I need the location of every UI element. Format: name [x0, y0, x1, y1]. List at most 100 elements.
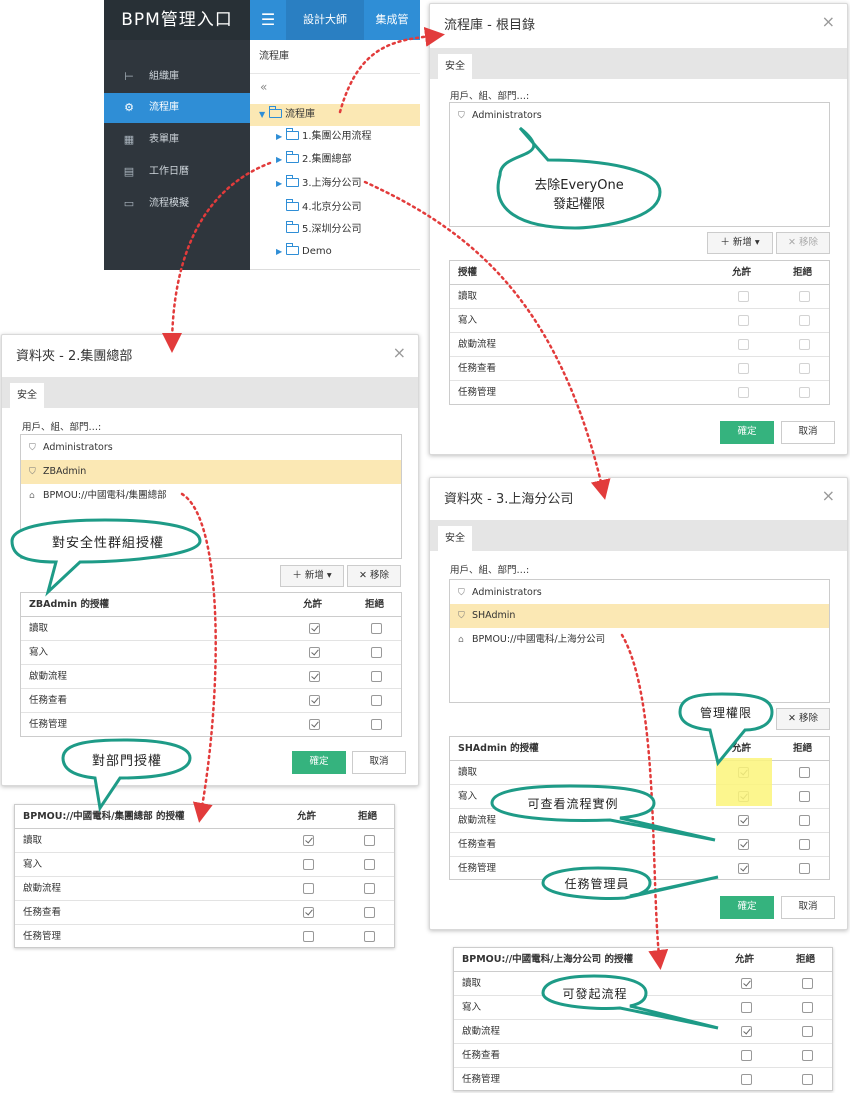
tab-security[interactable]: 安全	[438, 54, 472, 79]
permission-row: 讀取	[15, 829, 394, 853]
permission-row: 啟動流程	[450, 809, 829, 833]
deny-checkbox[interactable]	[799, 863, 810, 874]
folder-open-icon	[269, 106, 282, 118]
cancel-button[interactable]: 取消	[781, 421, 835, 444]
deny-checkbox[interactable]	[364, 883, 375, 894]
shield-icon: ⛉	[29, 443, 36, 453]
deny-checkbox[interactable]	[799, 291, 810, 302]
deny-checkbox[interactable]	[799, 839, 810, 850]
collapse-icon[interactable]: «	[260, 80, 267, 94]
tab-security[interactable]: 安全	[10, 383, 44, 408]
allow-checkbox[interactable]	[738, 363, 749, 374]
deny-checkbox[interactable]	[802, 978, 813, 989]
cancel-button[interactable]: 取消	[352, 751, 406, 774]
ok-button[interactable]: 確定	[720, 896, 774, 919]
allow-checkbox[interactable]	[303, 835, 314, 846]
user-row[interactable]: ⌂ BPMOU://中國電科/集團總部	[21, 484, 401, 508]
tab-integration[interactable]: 集成管	[364, 0, 420, 40]
user-row[interactable]: ⛉ Administrators	[450, 104, 829, 128]
allow-checkbox[interactable]	[303, 883, 314, 894]
allow-checkbox[interactable]	[741, 1026, 752, 1037]
add-button[interactable]: ＋ 新增 ▾	[707, 232, 773, 254]
allow-checkbox[interactable]	[309, 719, 320, 730]
allow-checkbox[interactable]	[738, 339, 749, 350]
tab-designer[interactable]: 設計大師	[286, 0, 364, 40]
add-button[interactable]: ＋ 新增 ▾	[280, 565, 344, 587]
folder-icon	[286, 199, 299, 211]
tree-node-2[interactable]: ▶ 2.集團總部	[276, 149, 352, 171]
tree-node-demo[interactable]: ▶ Demo	[276, 241, 332, 263]
deny-checkbox[interactable]	[371, 719, 382, 730]
tree-node-4[interactable]: 4.北京分公司	[286, 197, 362, 219]
allow-checkbox[interactable]	[741, 1050, 752, 1061]
remove-button[interactable]: ✕ 移除	[347, 565, 401, 587]
user-row[interactable]: ⛉ Administrators	[21, 436, 401, 460]
allow-checkbox[interactable]	[738, 863, 749, 874]
deny-checkbox[interactable]	[799, 767, 810, 778]
shield-icon: ⛉	[458, 588, 465, 598]
allow-checkbox[interactable]	[303, 907, 314, 918]
user-row[interactable]: ⛉ Administrators	[450, 581, 829, 605]
sidebar-item-calendar[interactable]: ▤ 工作日曆	[104, 157, 250, 187]
deny-checkbox[interactable]	[371, 695, 382, 706]
deny-checkbox[interactable]	[364, 859, 375, 870]
allow-checkbox[interactable]	[303, 931, 314, 942]
deny-checkbox[interactable]	[799, 791, 810, 802]
tree-node-1[interactable]: ▶ 1.集團公用流程	[276, 126, 372, 148]
tab-security[interactable]: 安全	[438, 526, 472, 551]
deny-checkbox[interactable]	[364, 835, 375, 846]
user-row-selected[interactable]: ⛉ ZBAdmin	[21, 460, 401, 484]
allow-checkbox[interactable]	[309, 623, 320, 634]
user-row-selected[interactable]: ⛉ SHAdmin	[450, 604, 829, 628]
permission-row: 任務查看	[21, 689, 401, 713]
remove-button[interactable]: ✕ 移除	[776, 708, 830, 730]
cancel-button[interactable]: 取消	[781, 896, 835, 919]
allow-checkbox[interactable]	[303, 859, 314, 870]
menu-icon[interactable]: ☰	[250, 0, 286, 40]
deny-checkbox[interactable]	[802, 1050, 813, 1061]
deny-checkbox[interactable]	[364, 931, 375, 942]
deny-checkbox[interactable]	[799, 315, 810, 326]
close-icon[interactable]: ×	[822, 12, 835, 31]
sidebar-item-simulate[interactable]: ▭ 流程模擬	[104, 189, 250, 219]
allow-checkbox[interactable]	[741, 1074, 752, 1085]
remove-button[interactable]: ✕ 移除	[776, 232, 830, 254]
deny-checkbox[interactable]	[802, 1002, 813, 1013]
deny-checkbox[interactable]	[799, 339, 810, 350]
close-icon[interactable]: ×	[393, 343, 406, 362]
sidebar-item-org[interactable]: ⊢ 組織庫	[104, 62, 250, 92]
sidebar-item-form[interactable]: ▦ 表單庫	[104, 125, 250, 155]
permission-header: BPMOU://中國電科/上海分公司 的授權 允許 拒絕	[454, 948, 832, 972]
deny-checkbox[interactable]	[371, 671, 382, 682]
deny-checkbox[interactable]	[364, 907, 375, 918]
sidebar-item-process[interactable]: ⚙ 流程庫	[104, 93, 250, 123]
deny-checkbox[interactable]	[799, 363, 810, 374]
deny-checkbox[interactable]	[371, 623, 382, 634]
allow-checkbox[interactable]	[309, 695, 320, 706]
allow-checkbox[interactable]	[738, 315, 749, 326]
tree-node-3[interactable]: ▶ 3.上海分公司	[276, 173, 362, 195]
allow-checkbox[interactable]	[738, 839, 749, 850]
ok-button[interactable]: 確定	[292, 751, 346, 774]
permission-row: 任務查看	[450, 357, 829, 381]
ok-button[interactable]: 確定	[720, 421, 774, 444]
deny-checkbox[interactable]	[802, 1026, 813, 1037]
deny-checkbox[interactable]	[799, 387, 810, 398]
allow-checkbox[interactable]	[738, 815, 749, 826]
deny-checkbox[interactable]	[799, 815, 810, 826]
allow-checkbox[interactable]	[738, 387, 749, 398]
permission-row: 讀取	[21, 617, 401, 641]
allow-checkbox[interactable]	[741, 1002, 752, 1013]
allow-checkbox[interactable]	[741, 978, 752, 989]
allow-checkbox[interactable]	[309, 671, 320, 682]
close-icon[interactable]: ×	[822, 486, 835, 505]
permission-row: 讀取	[450, 761, 829, 785]
allow-checkbox[interactable]	[309, 647, 320, 658]
tree-root[interactable]: ▼ 流程庫	[250, 104, 420, 126]
allow-checkbox[interactable]	[738, 291, 749, 302]
caret-right-icon: ▶	[276, 132, 283, 141]
user-row[interactable]: ⌂ BPMOU://中國電科/上海分公司	[450, 628, 829, 652]
tree-node-5[interactable]: 5.深圳分公司	[286, 219, 362, 241]
deny-checkbox[interactable]	[802, 1074, 813, 1085]
deny-checkbox[interactable]	[371, 647, 382, 658]
